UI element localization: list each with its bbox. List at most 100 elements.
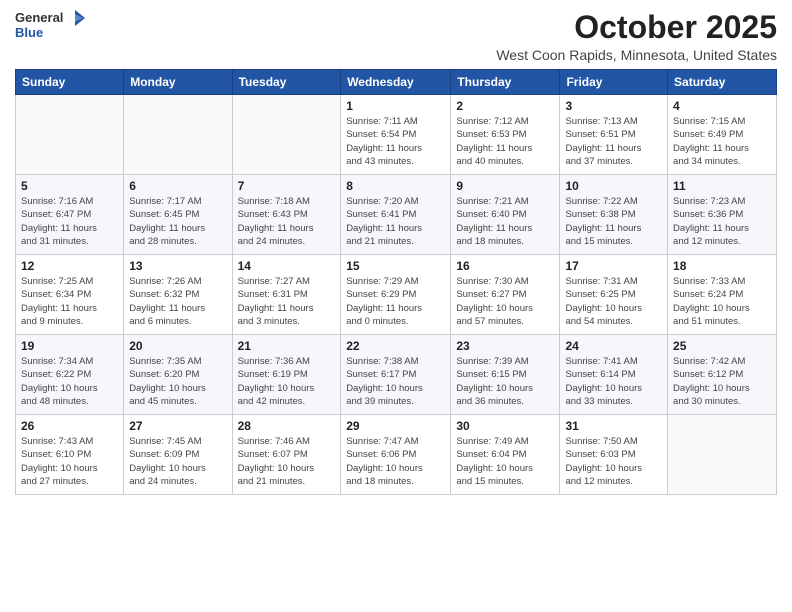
table-row: 16 Sunrise: 7:30 AM Sunset: 6:27 PM Dayli… xyxy=(451,255,560,335)
header-friday: Friday xyxy=(560,70,668,95)
day-info: Sunrise: 7:29 AM Sunset: 6:29 PM Dayligh… xyxy=(346,275,445,328)
logo-general-text: General xyxy=(15,11,63,25)
logo-blue-text: Blue xyxy=(15,26,85,40)
table-row: 21 Sunrise: 7:36 AM Sunset: 6:19 PM Dayli… xyxy=(232,335,341,415)
day-number: 16 xyxy=(456,259,554,273)
table-row: 14Sunrise: 7:27 AM Sunset: 6:31 PM Dayli… xyxy=(232,255,341,335)
day-number: 2 xyxy=(456,99,554,113)
day-number: 12 xyxy=(21,259,118,273)
table-row xyxy=(232,95,341,175)
header-saturday: Saturday xyxy=(668,70,777,95)
month-title: October 2025 xyxy=(496,10,777,45)
day-number: 30 xyxy=(456,419,554,433)
day-number: 17 xyxy=(565,259,662,273)
day-number: 13 xyxy=(129,259,226,273)
day-number: 28 xyxy=(238,419,336,433)
day-info: Sunrise: 7:50 AM Sunset: 6:03 PM Dayligh… xyxy=(565,435,662,488)
table-row: 10 Sunrise: 7:22 AM Sunset: 6:38 PM Dayli… xyxy=(560,175,668,255)
day-info: Sunrise: 7:49 AM Sunset: 6:04 PM Dayligh… xyxy=(456,435,554,488)
day-info: Sunrise: 7:11 AM Sunset: 6:54 PM Dayligh… xyxy=(346,115,445,168)
week-row-4: 19Sunrise: 7:34 AM Sunset: 6:22 PM Dayli… xyxy=(16,335,777,415)
day-info: Sunrise: 7:41 AM Sunset: 6:14 PM Dayligh… xyxy=(565,355,662,408)
logo-container: General Blue xyxy=(15,10,85,40)
title-section: October 2025 West Coon Rapids, Minnesota… xyxy=(496,10,777,63)
day-info: Sunrise: 7:18 AM Sunset: 6:43 PM Dayligh… xyxy=(238,195,336,248)
table-row: 9 Sunrise: 7:21 AM Sunset: 6:40 PM Daylig… xyxy=(451,175,560,255)
table-row: 28Sunrise: 7:46 AM Sunset: 6:07 PM Dayli… xyxy=(232,415,341,495)
header-wednesday: Wednesday xyxy=(341,70,451,95)
day-number: 24 xyxy=(565,339,662,353)
table-row: 4Sunrise: 7:15 AM Sunset: 6:49 PM Daylig… xyxy=(668,95,777,175)
day-info: Sunrise: 7:25 AM Sunset: 6:34 PM Dayligh… xyxy=(21,275,118,328)
day-info: Sunrise: 7:20 AM Sunset: 6:41 PM Dayligh… xyxy=(346,195,445,248)
header-tuesday: Tuesday xyxy=(232,70,341,95)
table-row: 24 Sunrise: 7:41 AM Sunset: 6:14 PM Dayli… xyxy=(560,335,668,415)
table-row xyxy=(124,95,232,175)
day-number: 1 xyxy=(346,99,445,113)
week-row-5: 26 Sunrise: 7:43 AM Sunset: 6:10 PM Dayli… xyxy=(16,415,777,495)
table-row: 20 Sunrise: 7:35 AM Sunset: 6:20 PM Dayli… xyxy=(124,335,232,415)
table-row: 3Sunrise: 7:13 AM Sunset: 6:51 PM Daylig… xyxy=(560,95,668,175)
table-row: 7 Sunrise: 7:18 AM Sunset: 6:43 PM Daylig… xyxy=(232,175,341,255)
table-row: 13 Sunrise: 7:26 AM Sunset: 6:32 PM Dayli… xyxy=(124,255,232,335)
week-row-2: 5 Sunrise: 7:16 AM Sunset: 6:47 PM Daylig… xyxy=(16,175,777,255)
table-row: 22Sunrise: 7:38 AM Sunset: 6:17 PM Dayli… xyxy=(341,335,451,415)
day-number: 25 xyxy=(673,339,771,353)
day-info: Sunrise: 7:39 AM Sunset: 6:15 PM Dayligh… xyxy=(456,355,554,408)
header: General Blue October 2025 West Coon Rapi… xyxy=(15,10,777,63)
logo: General Blue xyxy=(15,10,85,40)
day-info: Sunrise: 7:26 AM Sunset: 6:32 PM Dayligh… xyxy=(129,275,226,328)
day-info: Sunrise: 7:13 AM Sunset: 6:51 PM Dayligh… xyxy=(565,115,662,168)
table-row: 30 Sunrise: 7:49 AM Sunset: 6:04 PM Dayli… xyxy=(451,415,560,495)
table-row: 25 Sunrise: 7:42 AM Sunset: 6:12 PM Dayli… xyxy=(668,335,777,415)
table-row: 6Sunrise: 7:17 AM Sunset: 6:45 PM Daylig… xyxy=(124,175,232,255)
table-row: 11 Sunrise: 7:23 AM Sunset: 6:36 PM Dayli… xyxy=(668,175,777,255)
week-row-3: 12 Sunrise: 7:25 AM Sunset: 6:34 PM Dayli… xyxy=(16,255,777,335)
day-number: 18 xyxy=(673,259,771,273)
day-info: Sunrise: 7:36 AM Sunset: 6:19 PM Dayligh… xyxy=(238,355,336,408)
day-info: Sunrise: 7:47 AM Sunset: 6:06 PM Dayligh… xyxy=(346,435,445,488)
day-number: 21 xyxy=(238,339,336,353)
table-row: 1 Sunrise: 7:11 AM Sunset: 6:54 PM Daylig… xyxy=(341,95,451,175)
week-row-1: 1 Sunrise: 7:11 AM Sunset: 6:54 PM Daylig… xyxy=(16,95,777,175)
table-row: 27 Sunrise: 7:45 AM Sunset: 6:09 PM Dayli… xyxy=(124,415,232,495)
day-number: 10 xyxy=(565,179,662,193)
day-info: Sunrise: 7:45 AM Sunset: 6:09 PM Dayligh… xyxy=(129,435,226,488)
table-row: 18Sunrise: 7:33 AM Sunset: 6:24 PM Dayli… xyxy=(668,255,777,335)
day-number: 15 xyxy=(346,259,445,273)
day-number: 20 xyxy=(129,339,226,353)
day-info: Sunrise: 7:31 AM Sunset: 6:25 PM Dayligh… xyxy=(565,275,662,328)
day-number: 19 xyxy=(21,339,118,353)
day-info: Sunrise: 7:21 AM Sunset: 6:40 PM Dayligh… xyxy=(456,195,554,248)
calendar-header-row: Sunday Monday Tuesday Wednesday Thursday… xyxy=(16,70,777,95)
day-number: 6 xyxy=(129,179,226,193)
day-info: Sunrise: 7:16 AM Sunset: 6:47 PM Dayligh… xyxy=(21,195,118,248)
day-info: Sunrise: 7:35 AM Sunset: 6:20 PM Dayligh… xyxy=(129,355,226,408)
calendar: Sunday Monday Tuesday Wednesday Thursday… xyxy=(15,69,777,495)
table-row: 8 Sunrise: 7:20 AM Sunset: 6:41 PM Daylig… xyxy=(341,175,451,255)
day-number: 22 xyxy=(346,339,445,353)
day-number: 4 xyxy=(673,99,771,113)
day-number: 26 xyxy=(21,419,118,433)
day-number: 11 xyxy=(673,179,771,193)
day-number: 8 xyxy=(346,179,445,193)
day-number: 31 xyxy=(565,419,662,433)
table-row: 31 Sunrise: 7:50 AM Sunset: 6:03 PM Dayli… xyxy=(560,415,668,495)
day-info: Sunrise: 7:42 AM Sunset: 6:12 PM Dayligh… xyxy=(673,355,771,408)
header-sunday: Sunday xyxy=(16,70,124,95)
day-number: 9 xyxy=(456,179,554,193)
day-info: Sunrise: 7:22 AM Sunset: 6:38 PM Dayligh… xyxy=(565,195,662,248)
table-row: 2Sunrise: 7:12 AM Sunset: 6:53 PM Daylig… xyxy=(451,95,560,175)
day-number: 5 xyxy=(21,179,118,193)
day-info: Sunrise: 7:23 AM Sunset: 6:36 PM Dayligh… xyxy=(673,195,771,248)
header-thursday: Thursday xyxy=(451,70,560,95)
day-info: Sunrise: 7:27 AM Sunset: 6:31 PM Dayligh… xyxy=(238,275,336,328)
table-row: 15 Sunrise: 7:29 AM Sunset: 6:29 PM Dayli… xyxy=(341,255,451,335)
day-info: Sunrise: 7:43 AM Sunset: 6:10 PM Dayligh… xyxy=(21,435,118,488)
day-number: 7 xyxy=(238,179,336,193)
table-row: 12 Sunrise: 7:25 AM Sunset: 6:34 PM Dayli… xyxy=(16,255,124,335)
table-row xyxy=(16,95,124,175)
day-number: 27 xyxy=(129,419,226,433)
location-title: West Coon Rapids, Minnesota, United Stat… xyxy=(496,47,777,63)
day-info: Sunrise: 7:30 AM Sunset: 6:27 PM Dayligh… xyxy=(456,275,554,328)
